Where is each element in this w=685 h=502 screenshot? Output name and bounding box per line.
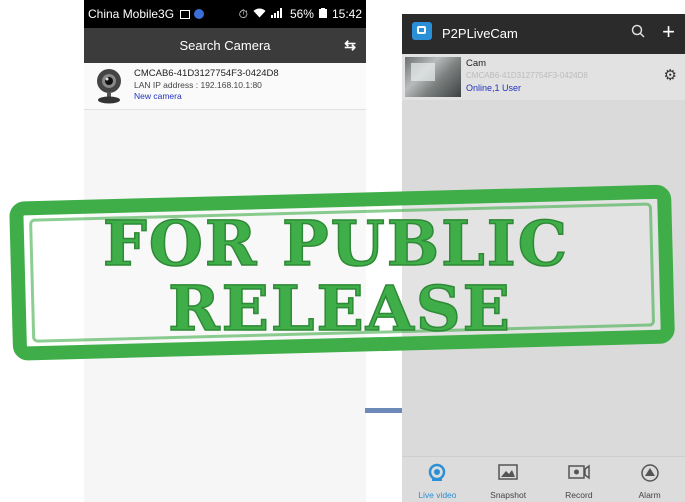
camera-list-item[interactable]: CMCAB6-41D3127754F3-0424D8 LAN IP addres… [84, 63, 366, 110]
refresh-icon[interactable]: ⇆ [344, 28, 356, 63]
nav-snapshot[interactable]: Snapshot [473, 457, 544, 502]
app-title: P2PLiveCam [442, 26, 518, 41]
device-id: CMCAB6-41D3127754F3-0424D8 [466, 71, 588, 80]
camera-ip-address: LAN IP address : 192.168.10.1:80 [134, 80, 262, 90]
battery-icon [318, 7, 327, 21]
snapshot-icon [498, 464, 518, 480]
browser-notification-icon [194, 9, 205, 19]
notification-icons [180, 9, 205, 19]
bottom-navigation: Live video Snapshot Record Alarm [402, 456, 685, 502]
device-thumbnail[interactable] [405, 57, 461, 97]
camera-status: New camera [134, 91, 182, 101]
nav-label: Alarm [638, 490, 661, 500]
nav-label: Record [565, 490, 593, 500]
record-icon [568, 464, 590, 480]
wifi-icon [253, 7, 266, 21]
image-notification-icon [180, 9, 191, 19]
add-icon[interactable]: + [662, 18, 675, 46]
clock-time: 15:42 [331, 7, 362, 21]
camera-name: CMCAB6-41D3127754F3-0424D8 [134, 68, 279, 79]
webcam-icon [97, 69, 121, 104]
nav-label: Live video [418, 490, 457, 500]
status-indicators: ⏱ 56% 15:42 [239, 7, 362, 22]
live-video-icon [429, 463, 446, 481]
app-logo-icon [412, 22, 432, 40]
nav-label: Snapshot [490, 490, 527, 500]
nav-record[interactable]: Record [544, 457, 615, 502]
app-header: P2PLiveCam + [402, 14, 685, 54]
alarm-icon [640, 464, 659, 482]
nav-alarm[interactable]: Alarm [614, 457, 685, 502]
search-camera-screen: China Mobile3G ⏱ 56% 15:42 Search Camera… [84, 0, 366, 502]
p2plivecam-screen: P2PLiveCam + Cam CMCAB6-41D3127754F3-042… [402, 14, 685, 502]
status-bar: China Mobile3G ⏱ 56% 15:42 [84, 0, 366, 28]
signal-icon [270, 7, 285, 21]
alarm-clock-icon: ⏱ [238, 6, 248, 21]
connector-line [365, 408, 402, 413]
device-list-item[interactable]: Cam CMCAB6-41D3127754F3-0424D8 Online,1 … [402, 54, 685, 100]
page-title: Search Camera [179, 38, 271, 53]
device-status: Online,1 User [466, 83, 522, 93]
search-header: Search Camera ⇆ [84, 28, 366, 63]
carrier-label: China Mobile3G [88, 7, 175, 21]
battery-percent: 56% [289, 7, 314, 21]
device-name: Cam [466, 58, 487, 69]
nav-live-video[interactable]: Live video [402, 457, 473, 502]
search-icon[interactable] [631, 24, 645, 38]
gear-icon[interactable]: ⚙ [664, 66, 677, 84]
